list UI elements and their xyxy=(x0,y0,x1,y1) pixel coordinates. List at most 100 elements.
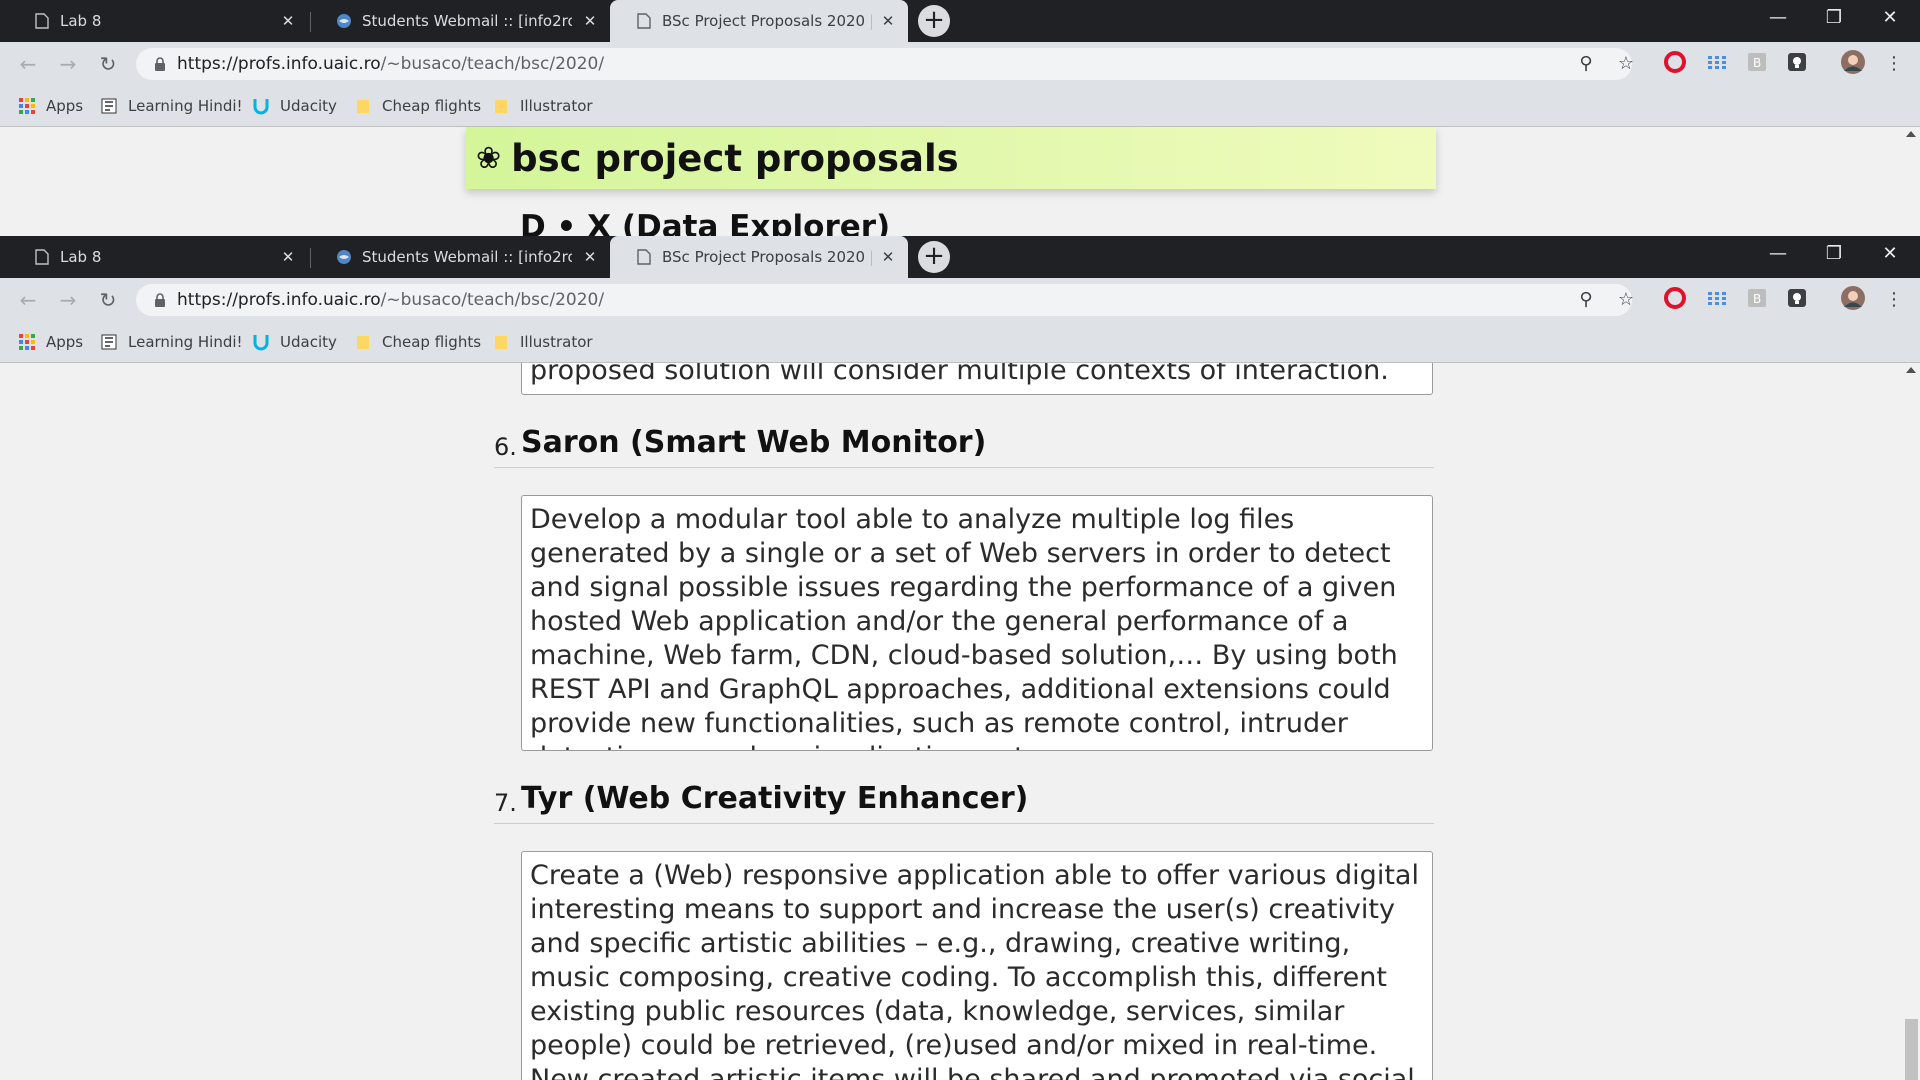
bookmark-label: Apps xyxy=(46,333,84,351)
bookmark-illustrator[interactable]: Illustrator xyxy=(492,331,593,353)
tab-students-webmail[interactable]: Students Webmail :: [info2ro] [info ✕ xyxy=(310,236,610,278)
new-tab-button[interactable]: + xyxy=(918,241,950,273)
profile-avatar-icon[interactable] xyxy=(1840,285,1866,311)
lock-icon xyxy=(155,293,165,307)
tab-close-icon[interactable]: ✕ xyxy=(278,11,298,31)
bookmark-learning-hindi[interactable]: Learning Hindi! xyxy=(100,331,243,353)
tab-close-icon[interactable]: ✕ xyxy=(878,247,898,267)
maximize-button[interactable]: ❐ xyxy=(1806,0,1862,40)
bookmark-illustrator[interactable]: Illustrator xyxy=(492,95,593,117)
svg-text:B: B xyxy=(1753,56,1761,70)
proposal-description-7: Create a (Web) responsive application ab… xyxy=(521,851,1433,1080)
bookmark-udacity[interactable]: Udacity xyxy=(252,331,337,353)
scrollbar[interactable] xyxy=(1903,127,1920,236)
forward-icon[interactable]: → xyxy=(54,50,82,78)
udacity-icon xyxy=(252,333,270,351)
forward-icon[interactable]: → xyxy=(54,286,82,314)
flower-icon: ❀ xyxy=(476,140,502,176)
close-window-button[interactable]: ✕ xyxy=(1862,0,1918,40)
minimize-button[interactable]: — xyxy=(1750,0,1806,40)
udacity-icon xyxy=(252,97,270,115)
back-icon[interactable]: ← xyxy=(14,286,42,314)
opera-vpn-icon[interactable] xyxy=(1664,287,1686,309)
bulb-extension-icon[interactable] xyxy=(1786,51,1808,73)
tab-strip: Lab 8 ✕ Students Webmail :: [info2ro] [i… xyxy=(0,236,1920,278)
grid-extension-icon[interactable] xyxy=(1706,287,1728,309)
folder-icon xyxy=(492,333,510,351)
browser-toolbar: ← → ↻ https://profs.info.uaic.ro/~busaco… xyxy=(0,278,1920,322)
tab-close-icon[interactable]: ✕ xyxy=(278,247,298,267)
proposal-number: 6. xyxy=(494,433,517,461)
tab-close-icon[interactable]: ✕ xyxy=(878,11,898,31)
scroll-up-arrow-icon[interactable] xyxy=(1906,131,1916,137)
tab-title: Lab 8 xyxy=(60,12,102,30)
reload-icon[interactable]: ↻ xyxy=(94,286,122,314)
folder-icon xyxy=(354,97,372,115)
page-icon xyxy=(636,13,652,29)
minimize-button[interactable]: — xyxy=(1750,236,1806,276)
bulb-extension-icon[interactable] xyxy=(1786,287,1808,309)
grid-extension-icon[interactable] xyxy=(1706,51,1728,73)
proposal-heading-6: 6. Saron (Smart Web Monitor) xyxy=(494,423,1434,468)
tab-bsc-project-proposals[interactable]: BSc Project Proposals 2020 | Dr. Sab ✕ xyxy=(610,236,908,278)
maximize-button[interactable]: ❐ xyxy=(1806,236,1862,276)
profile-avatar-icon[interactable] xyxy=(1840,49,1866,75)
svg-text:B: B xyxy=(1753,292,1761,306)
bookmark-star-icon[interactable]: ☆ xyxy=(1616,290,1636,310)
reload-icon[interactable]: ↻ xyxy=(94,50,122,78)
bookmarks-bar: Apps Learning Hindi! Udacity Cheap fligh… xyxy=(0,322,1920,363)
bookmark-label: Cheap flights xyxy=(382,333,482,351)
url-text: https://profs.info.uaic.ro/~busaco/teach… xyxy=(177,290,604,310)
menu-dots-icon[interactable]: ⋮ xyxy=(1884,290,1904,310)
address-bar[interactable]: https://profs.info.uaic.ro/~busaco/teach… xyxy=(136,48,1634,80)
zoom-icon[interactable]: ⚲ xyxy=(1576,54,1596,74)
page-viewport-bottom: proposed solution will consider multiple… xyxy=(0,363,1920,1080)
bookmark-label: Learning Hindi! xyxy=(128,333,243,351)
bookmark-label: Udacity xyxy=(280,97,337,115)
url-text: https://profs.info.uaic.ro/~busaco/teach… xyxy=(177,54,604,74)
tab-close-icon[interactable]: ✕ xyxy=(580,11,600,31)
bookmarks-bar: Apps Learning Hindi! Udacity Cheap fligh… xyxy=(0,86,1920,127)
bookmark-label: Illustrator xyxy=(520,333,593,351)
tab-lab-8[interactable]: Lab 8 ✕ xyxy=(8,236,308,278)
description-text: Develop a modular tool able to analyze m… xyxy=(530,504,1398,750)
page-icon xyxy=(34,13,50,29)
scroll-up-arrow-icon[interactable] xyxy=(1906,367,1916,373)
bookmark-label: Cheap flights xyxy=(382,97,482,115)
bookmark-label: Udacity xyxy=(280,333,337,351)
tab-bsc-project-proposals[interactable]: BSc Project Proposals 2020 | Dr. Sab ✕ xyxy=(610,0,908,42)
tab-title: Lab 8 xyxy=(60,248,102,266)
url-host: https://profs.info.uaic.ro xyxy=(177,290,381,310)
browser-toolbar: ← → ↻ https://profs.info.uaic.ro/~busaco… xyxy=(0,42,1920,86)
bookmark-cheap-flights[interactable]: Cheap flights xyxy=(354,331,481,353)
zoom-icon[interactable]: ⚲ xyxy=(1576,290,1596,310)
close-window-button[interactable]: ✕ xyxy=(1862,236,1918,276)
tab-students-webmail[interactable]: Students Webmail :: [info2ro] [info ✕ xyxy=(310,0,610,42)
new-tab-button[interactable]: + xyxy=(918,5,950,37)
bookmark-apps[interactable]: Apps xyxy=(18,331,83,353)
browser-window-top: Lab 8 ✕ Students Webmail :: [info2ro] [i… xyxy=(0,0,1920,236)
tab-lab-8[interactable]: Lab 8 ✕ xyxy=(8,0,308,42)
opera-vpn-icon[interactable] xyxy=(1664,51,1686,73)
menu-dots-icon[interactable]: ⋮ xyxy=(1884,54,1904,74)
tab-close-icon[interactable]: ✕ xyxy=(580,247,600,267)
scrollbar-thumb[interactable] xyxy=(1905,1019,1918,1080)
webmail-globe-icon xyxy=(336,249,352,265)
page-icon xyxy=(34,249,50,265)
bookmark-cheap-flights[interactable]: Cheap flights xyxy=(354,95,481,117)
page-icon xyxy=(636,249,652,265)
back-icon[interactable]: ← xyxy=(14,50,42,78)
bookmark-udacity[interactable]: Udacity xyxy=(252,95,337,117)
url-path: /~busaco/teach/bsc/2020/ xyxy=(380,290,605,310)
b-extension-icon[interactable]: B xyxy=(1746,287,1768,309)
bookmark-apps[interactable]: Apps xyxy=(18,95,83,117)
tab-title: BSc Project Proposals 2020 | Dr. Sab xyxy=(662,248,872,266)
bookmark-learning-hindi[interactable]: Learning Hindi! xyxy=(100,95,243,117)
page-viewport-top: ❀ bsc project proposals D • X (Data Expl… xyxy=(0,127,1920,236)
bookmark-site-icon xyxy=(100,333,118,351)
bookmark-star-icon[interactable]: ☆ xyxy=(1616,54,1636,74)
address-bar[interactable]: https://profs.info.uaic.ro/~busaco/teach… xyxy=(136,284,1634,316)
scrollbar[interactable] xyxy=(1903,363,1920,1080)
proposal-title: Saron (Smart Web Monitor) xyxy=(521,425,987,460)
b-extension-icon[interactable]: B xyxy=(1746,51,1768,73)
